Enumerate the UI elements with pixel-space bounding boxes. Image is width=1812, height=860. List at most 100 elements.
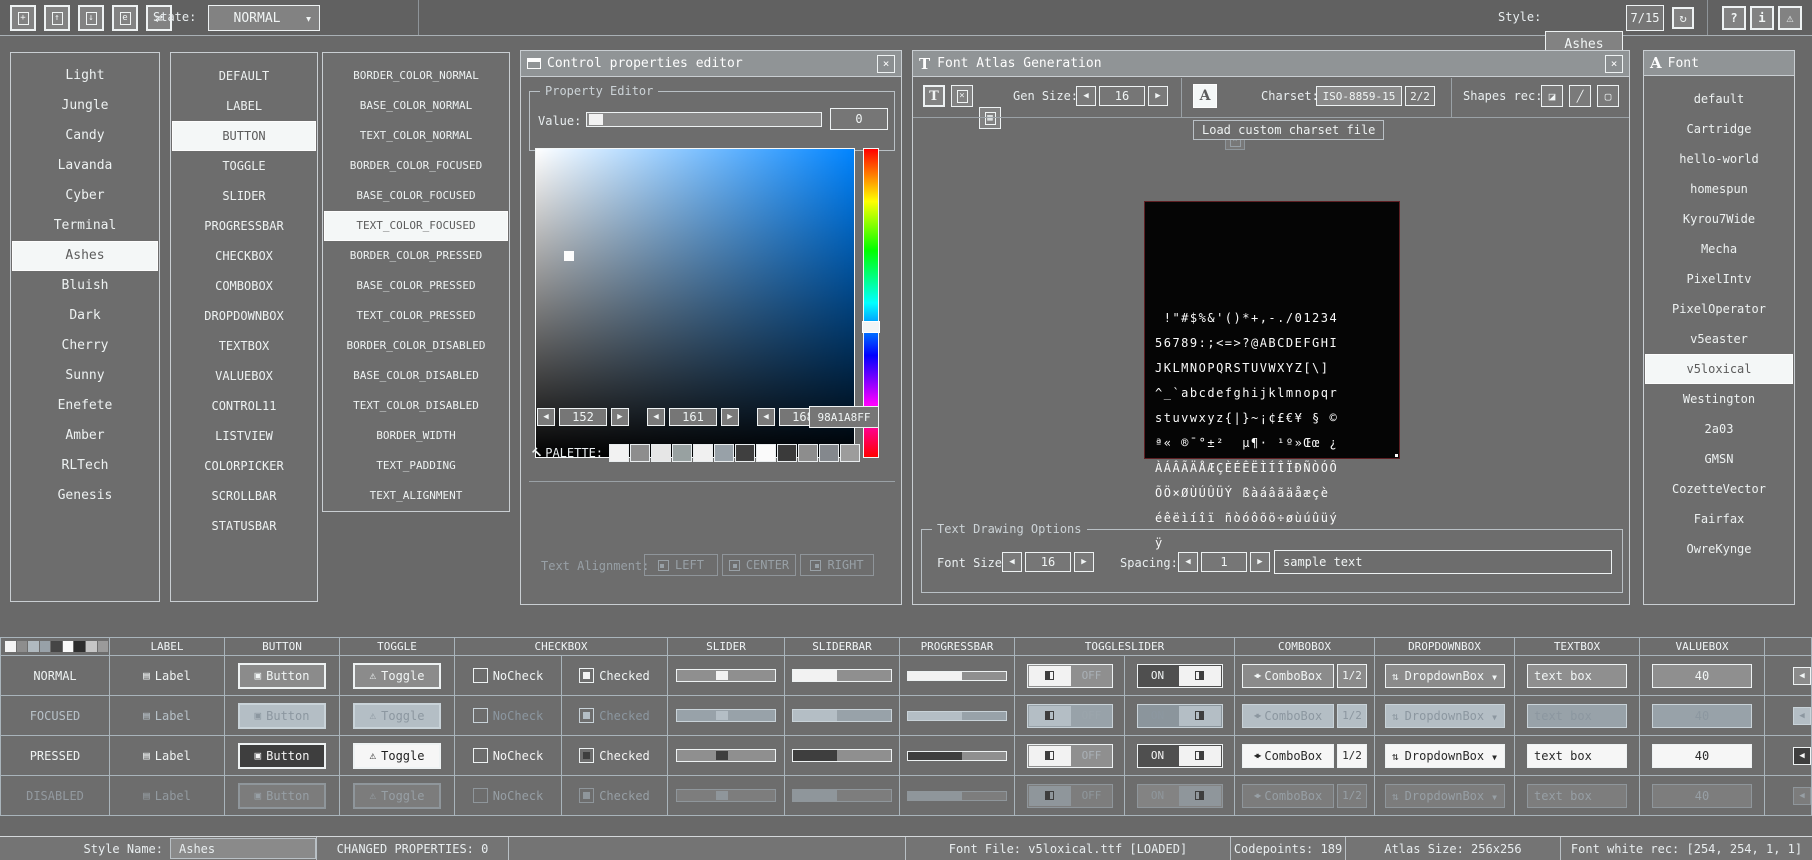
palette-swatch[interactable] — [651, 444, 671, 462]
slider-handle[interactable] — [716, 751, 728, 760]
spinner-left-icon[interactable] — [1178, 552, 1198, 572]
style-list-item[interactable]: Sunny — [12, 361, 158, 391]
font-size-value[interactable]: 16 — [1025, 552, 1071, 572]
property-list-item[interactable]: BASE_COLOR_FOCUSED — [324, 181, 508, 211]
button-preview[interactable]: ▣Button — [238, 703, 326, 729]
button-preview[interactable]: ▣Button — [238, 743, 326, 769]
font-list-item[interactable]: PixelOperator — [1645, 294, 1793, 324]
slider-preview[interactable] — [676, 669, 776, 682]
checkbox-checked-preview[interactable] — [579, 788, 594, 803]
font-list-item[interactable]: OwreKynge — [1645, 534, 1793, 564]
palette-swatch[interactable] — [735, 444, 755, 462]
spinner-right-icon[interactable] — [721, 408, 739, 426]
slider-preview[interactable] — [676, 749, 776, 762]
partial-spinner-left-icon[interactable] — [1793, 787, 1811, 805]
palette-swatch[interactable] — [693, 444, 713, 462]
spinner-right-icon[interactable] — [611, 408, 629, 426]
font-unload-button[interactable]: × — [951, 85, 973, 107]
font-list-item[interactable]: hello-world — [1645, 144, 1793, 174]
toggle-preview[interactable]: ⚠Toggle — [353, 743, 441, 769]
spinner-left-icon[interactable] — [1002, 552, 1022, 572]
partial-spinner-left-icon[interactable] — [1793, 667, 1811, 685]
style-list-item[interactable]: RLTech — [12, 451, 158, 481]
sliderbar-preview[interactable] — [792, 709, 892, 722]
palette-swatch[interactable] — [756, 444, 776, 462]
valuebox-preview[interactable]: 40 — [1652, 744, 1752, 768]
info-button[interactable]: i — [1750, 6, 1774, 30]
textbox-preview[interactable]: text box — [1527, 784, 1627, 808]
toggleslider-handle[interactable] — [1179, 746, 1221, 766]
toggleslider-off-preview[interactable]: OFF — [1027, 784, 1113, 808]
progressbar-preview[interactable] — [907, 671, 1007, 681]
value-box[interactable]: 0 — [830, 108, 888, 130]
style-list-item[interactable]: Jungle — [12, 91, 158, 121]
reload-style-button[interactable]: ↻ — [1672, 7, 1694, 29]
atlas-image-button[interactable]: ▦ — [979, 107, 1001, 129]
hue-slider-handle[interactable] — [862, 321, 880, 333]
slider-handle[interactable] — [716, 791, 728, 800]
font-atlas-titlebar[interactable]: T Font Atlas Generation × — [913, 51, 1629, 77]
combobox-button[interactable]: ComboBox — [1242, 744, 1334, 768]
palette-swatch[interactable] — [630, 444, 650, 462]
partial-spinner-left-icon[interactable] — [1793, 747, 1811, 765]
value-slider-handle[interactable] — [589, 114, 603, 125]
toggleslider-on-preview[interactable]: ON — [1137, 704, 1223, 728]
combobox-counter[interactable]: 1/2 — [1337, 664, 1367, 688]
font-list-item[interactable]: Kyrou7Wide — [1645, 204, 1793, 234]
checkbox-unchecked-preview[interactable] — [473, 788, 488, 803]
property-list-item[interactable]: BORDER_COLOR_PRESSED — [324, 241, 508, 271]
slider-handle[interactable] — [716, 711, 728, 720]
progressbar-preview[interactable] — [907, 791, 1007, 801]
value-slider[interactable] — [586, 112, 822, 127]
font-list-item[interactable]: Mecha — [1645, 234, 1793, 264]
load-style-file-button[interactable]: ↑ — [44, 5, 70, 31]
control-list-item[interactable]: DEFAULT — [172, 61, 316, 91]
toggleslider-handle[interactable] — [1029, 666, 1071, 686]
combobox-button[interactable]: ComboBox — [1242, 784, 1334, 808]
gen-size-value[interactable]: 16 — [1099, 86, 1145, 106]
control-list-item[interactable]: LISTVIEW — [172, 421, 316, 451]
toggleslider-off-preview[interactable]: OFF — [1027, 744, 1113, 768]
valuebox-preview[interactable]: 40 — [1652, 664, 1752, 688]
control-list-item[interactable]: SLIDER — [172, 181, 316, 211]
palette-swatch[interactable] — [819, 444, 839, 462]
help-button[interactable]: ? — [1722, 6, 1746, 30]
load-charset-button[interactable]: A — [1193, 84, 1217, 108]
textbox-preview[interactable]: text box — [1527, 744, 1627, 768]
textbox-preview[interactable]: text box — [1527, 704, 1627, 728]
about-button[interactable]: ⚠ — [1778, 6, 1802, 30]
toggle-preview[interactable]: ⚠Toggle — [353, 663, 441, 689]
checkbox-unchecked-preview[interactable] — [473, 748, 488, 763]
property-list-item[interactable]: TEXT_COLOR_NORMAL — [324, 121, 508, 151]
property-list-item[interactable]: TEXT_COLOR_FOCUSED — [324, 211, 508, 241]
close-icon[interactable]: × — [1605, 55, 1623, 73]
control-list-item[interactable]: COMBOBOX — [172, 271, 316, 301]
hex-color-box[interactable]: 98A1A8FF — [809, 406, 879, 428]
control-list-item[interactable]: PROGRESSBAR — [172, 211, 316, 241]
sliderbar-preview[interactable] — [792, 789, 892, 802]
textbox-preview[interactable]: text box — [1527, 664, 1627, 688]
checkbox-checked-preview[interactable] — [579, 668, 594, 683]
style-list-item[interactable]: Enefete — [12, 391, 158, 421]
style-list-item[interactable]: Bluish — [12, 271, 158, 301]
toggleslider-handle[interactable] — [1179, 706, 1221, 726]
control-list-item[interactable]: LABEL — [172, 91, 316, 121]
font-list-item[interactable]: GMSN — [1645, 444, 1793, 474]
spinner-right-icon[interactable] — [1074, 552, 1094, 572]
toggleslider-handle[interactable] — [1029, 786, 1071, 806]
checkbox-unchecked-preview[interactable] — [473, 668, 488, 683]
property-list-item[interactable]: TEXT_PADDING — [324, 451, 508, 481]
font-text-button[interactable]: T — [923, 85, 945, 107]
dropdownbox-preview[interactable]: DropdownBox — [1385, 664, 1505, 688]
charset-box[interactable]: ISO-8859-15 — [1316, 86, 1402, 106]
state-dropdown[interactable]: NORMAL — [208, 5, 320, 31]
style-list-item[interactable]: Genesis — [12, 481, 158, 511]
toggle-preview[interactable]: ⚠Toggle — [353, 783, 441, 809]
style-list-item[interactable]: Light — [12, 61, 158, 91]
style-list-item[interactable]: Candy — [12, 121, 158, 151]
property-list-item[interactable]: BORDER_COLOR_DISABLED — [324, 331, 508, 361]
save-style-file-button[interactable]: ↓ — [78, 5, 104, 31]
new-style-file-button[interactable]: + — [10, 5, 36, 31]
spinner-right-icon[interactable] — [1250, 552, 1270, 572]
style-list-item[interactable]: Dark — [12, 301, 158, 331]
